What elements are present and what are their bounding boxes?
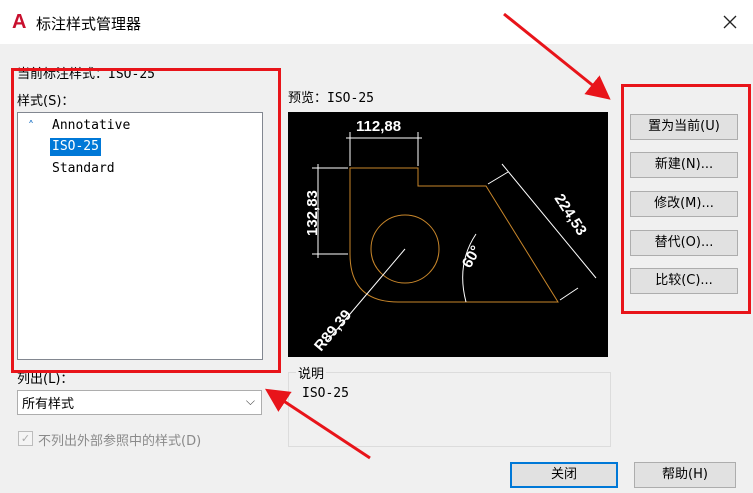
- annotation-arrow-right: [503, 12, 611, 100]
- annotation-arrows: [264, 12, 611, 460]
- annotation-arrow-left: [264, 388, 371, 460]
